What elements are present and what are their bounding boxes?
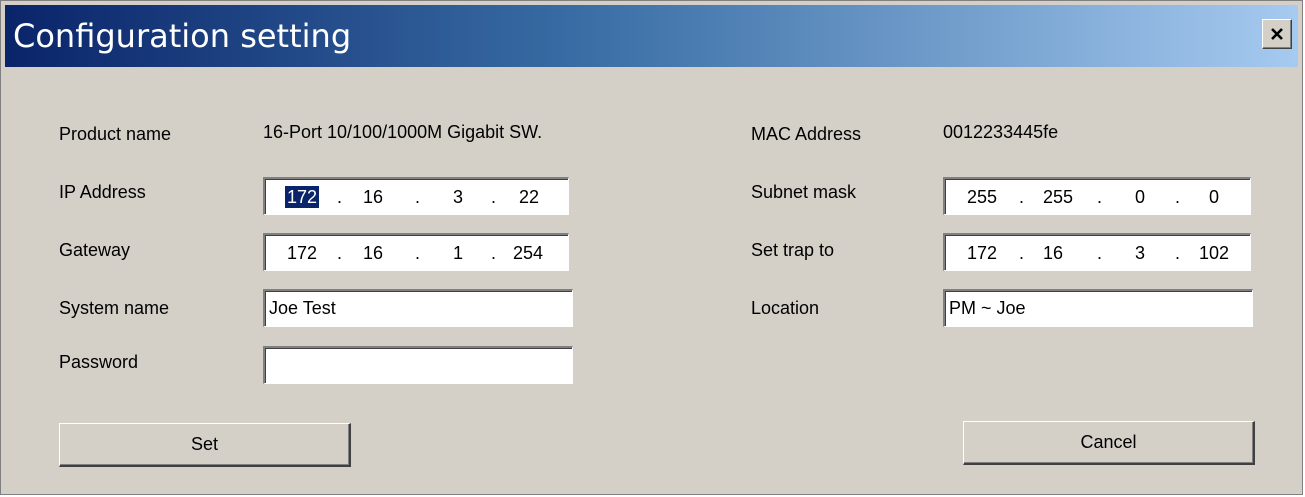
close-icon <box>1271 28 1283 40</box>
trap-octet-3[interactable]: 3 <box>1135 242 1145 264</box>
set-trap-field[interactable]: 172 . 16 . 3 . 102 <box>943 233 1251 271</box>
cancel-button[interactable]: Cancel <box>963 421 1255 465</box>
subnet-octet-3[interactable]: 0 <box>1135 186 1145 208</box>
set-trap-label: Set trap to <box>751 240 835 260</box>
password-input[interactable] <box>267 350 572 380</box>
ip-address-label: IP Address <box>59 182 146 202</box>
ip-dot: . <box>415 187 421 207</box>
ip-dot: . <box>337 187 343 207</box>
mac-address-label: MAC Address <box>751 124 862 144</box>
subnet-dot: . <box>1019 187 1025 207</box>
ip-address-field[interactable]: 172 . 16 . 3 . 22 <box>263 177 569 215</box>
subnet-octet-2[interactable]: 255 <box>1043 186 1073 208</box>
subnet-mask-label: Subnet mask <box>751 182 857 202</box>
trap-dot: . <box>1097 243 1103 263</box>
gateway-octet-2[interactable]: 16 <box>363 242 383 264</box>
system-name-input[interactable] <box>267 293 572 323</box>
location-label: Location <box>751 298 820 318</box>
trap-dot: . <box>1175 243 1181 263</box>
gateway-octet-3[interactable]: 1 <box>453 242 463 264</box>
configuration-dialog: Configuration setting Product name 16-Po… <box>0 0 1303 495</box>
dialog-title: Configuration setting <box>13 17 352 55</box>
trap-dot: . <box>1019 243 1025 263</box>
ip-dot: . <box>491 187 497 207</box>
ip-octet-2[interactable]: 16 <box>363 186 383 208</box>
system-name-field[interactable] <box>263 289 573 327</box>
close-button[interactable] <box>1262 19 1292 49</box>
trap-octet-2[interactable]: 16 <box>1043 242 1063 264</box>
title-bar: Configuration setting <box>5 5 1298 67</box>
gateway-dot: . <box>491 243 497 263</box>
product-name-label: Product name <box>59 124 172 144</box>
ip-octet-1[interactable]: 172 <box>285 186 320 208</box>
trap-octet-1[interactable]: 172 <box>967 242 997 264</box>
ip-octet-4[interactable]: 22 <box>519 186 539 208</box>
mac-address-value: 0012233445fe <box>943 122 1059 142</box>
gateway-octet-4[interactable]: 254 <box>513 242 543 264</box>
location-input[interactable] <box>947 293 1252 323</box>
ip-octet-3[interactable]: 3 <box>453 186 463 208</box>
gateway-octet-1[interactable]: 172 <box>287 242 317 264</box>
gateway-label: Gateway <box>59 240 131 260</box>
subnet-mask-field[interactable]: 255 . 255 . 0 . 0 <box>943 177 1251 215</box>
password-field[interactable] <box>263 346 573 384</box>
gateway-dot: . <box>415 243 421 263</box>
system-name-label: System name <box>59 298 170 318</box>
subnet-octet-1[interactable]: 255 <box>967 186 997 208</box>
password-label: Password <box>59 352 139 372</box>
gateway-dot: . <box>337 243 343 263</box>
gateway-field[interactable]: 172 . 16 . 1 . 254 <box>263 233 569 271</box>
trap-octet-4[interactable]: 102 <box>1199 242 1229 264</box>
subnet-octet-4[interactable]: 0 <box>1209 186 1219 208</box>
product-name-value: 16-Port 10/100/1000M Gigabit SW. <box>263 122 543 142</box>
subnet-dot: . <box>1097 187 1103 207</box>
set-button[interactable]: Set <box>59 423 351 467</box>
subnet-dot: . <box>1175 187 1181 207</box>
location-field[interactable] <box>943 289 1253 327</box>
